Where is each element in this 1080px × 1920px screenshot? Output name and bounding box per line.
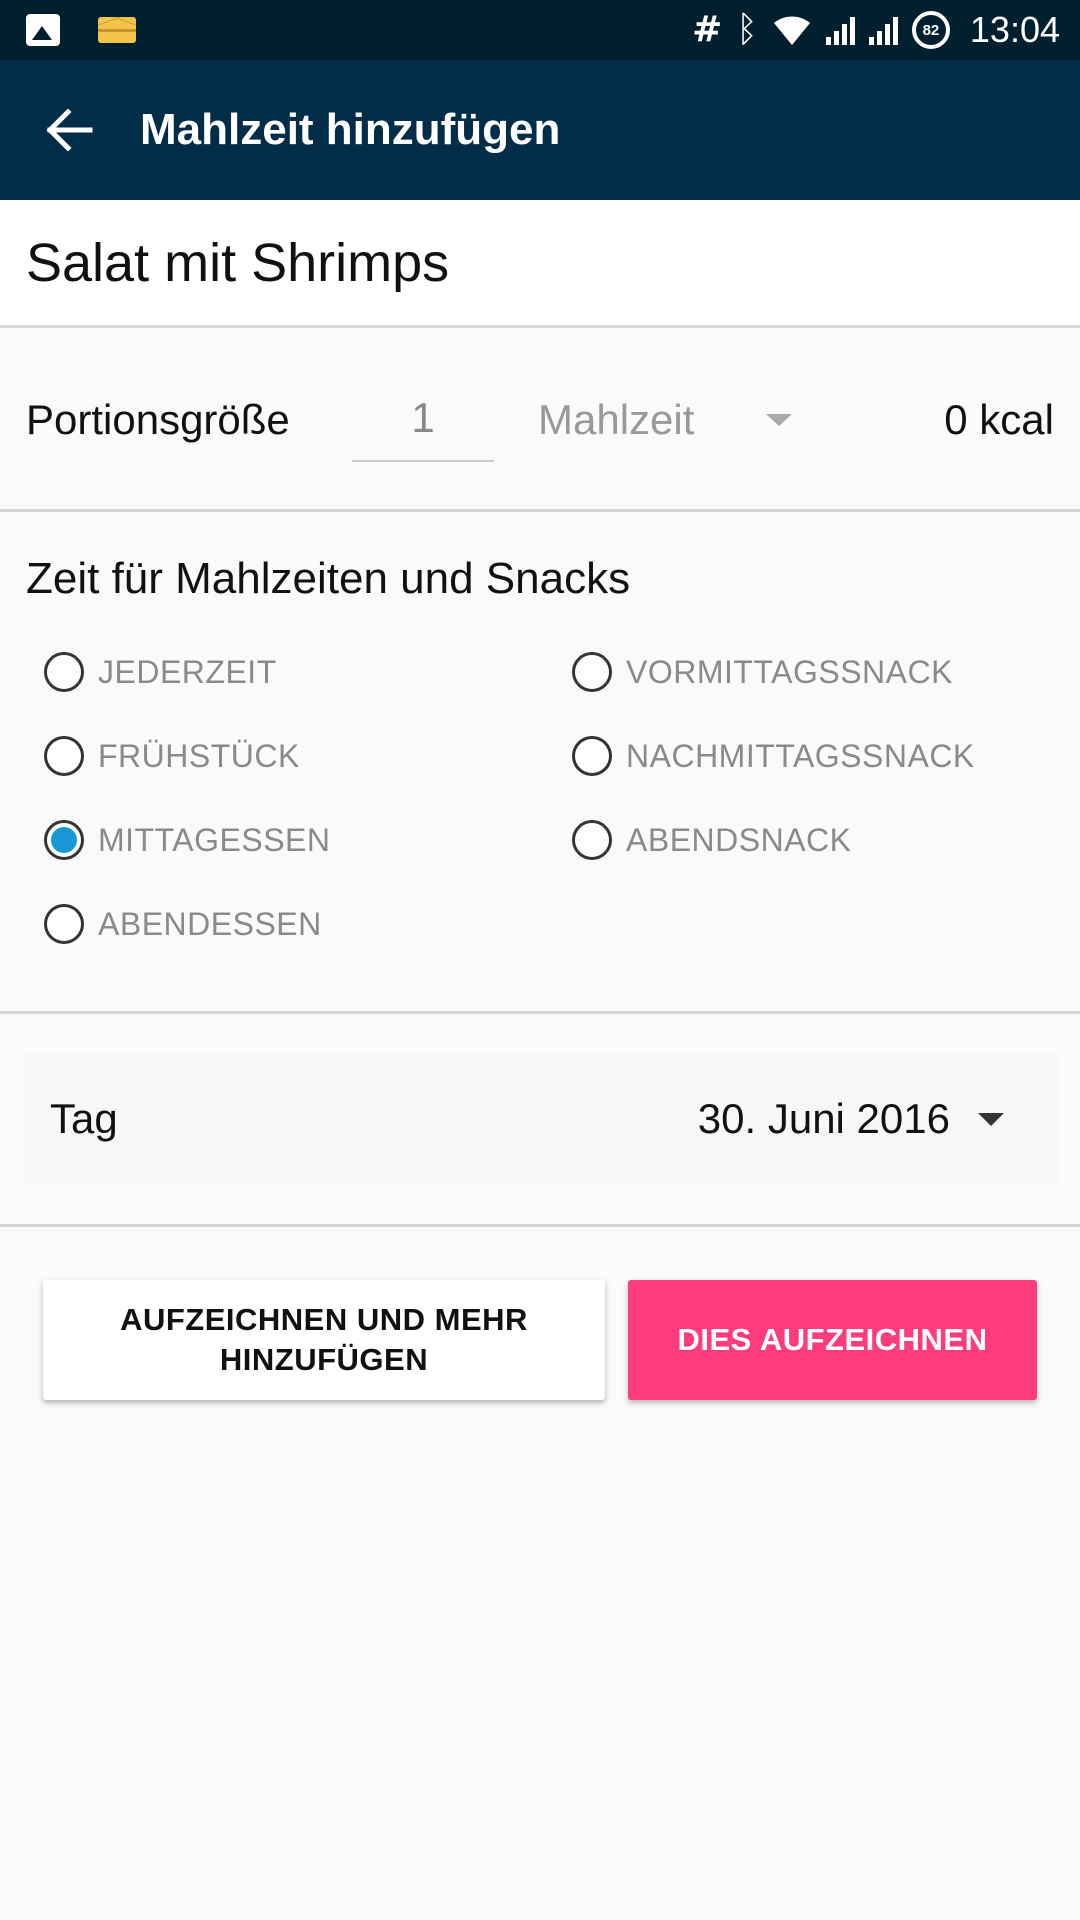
back-button[interactable] [0, 60, 140, 200]
radio-label: NACHMITTAGSSNACK [626, 737, 975, 774]
day-value: 30. Juni 2016 [697, 1095, 950, 1142]
battery-icon: 82 [911, 11, 950, 49]
radio-label: FRÜHSTÜCK [98, 737, 300, 774]
log-and-add-more-button[interactable]: AUFZEICHNEN UND MEHR HINZUFÜGEN [43, 1280, 605, 1400]
radio-button[interactable] [44, 736, 84, 776]
wifi-icon [773, 16, 810, 45]
radio-button[interactable] [572, 736, 612, 776]
calories-value: 0 kcal [944, 395, 1054, 443]
hash-icon: # [692, 9, 723, 50]
portion-row: Portionsgröße Mahlzeit 0 kcal [0, 330, 1080, 512]
page-title: Mahlzeit hinzufügen [140, 105, 561, 154]
food-name: Salat mit Shrimps [26, 232, 450, 293]
radio-button-selected[interactable] [44, 820, 84, 860]
signal-icon [868, 15, 898, 45]
day-label: Tag [50, 1095, 118, 1142]
meal-time-section: Zeit für Mahlzeiten und Snacks JEDERZEIT… [0, 514, 1080, 1014]
radio-jederzeit[interactable]: JEDERZEIT [44, 630, 330, 714]
radio-label: ABENDESSEN [98, 905, 322, 942]
chevron-down-icon [978, 1112, 1004, 1126]
radio-label: ABENDSNACK [626, 821, 852, 858]
divider [0, 1224, 1080, 1227]
battery-level: 82 [922, 21, 940, 39]
meal-time-heading: Zeit für Mahlzeiten und Snacks [26, 554, 631, 603]
chevron-down-icon [766, 413, 792, 426]
log-this-button[interactable]: DIES AUFZEICHNEN [628, 1280, 1037, 1400]
clock: 13:04 [969, 9, 1060, 50]
radio-mittagessen[interactable]: MITTAGESSEN [44, 798, 330, 882]
status-bar-left [26, 14, 136, 46]
meal-options-left: JEDERZEIT FRÜHSTÜCK MITTAGESSEN ABENDESS… [44, 630, 330, 966]
radio-button[interactable] [572, 652, 612, 692]
radio-vormittagssnack[interactable]: VORMITTAGSSNACK [572, 630, 975, 714]
status-bar: # ᛒ 82 13:04 [0, 0, 1080, 60]
radio-fruehstueck[interactable]: FRÜHSTÜCK [44, 714, 330, 798]
portion-label: Portionsgröße [26, 395, 290, 443]
meal-options-right: VORMITTAGSSNACK NACHMITTAGSSNACK ABENDSN… [572, 630, 975, 882]
mail-icon [98, 17, 136, 43]
radio-abendsnack[interactable]: ABENDSNACK [572, 798, 975, 882]
portion-quantity-input[interactable] [352, 393, 494, 462]
radio-abendessen[interactable]: ABENDESSEN [44, 882, 330, 966]
signal-icon [825, 15, 855, 45]
day-picker[interactable]: Tag 30. Juni 2016 [24, 1054, 1058, 1184]
radio-label: MITTAGESSEN [98, 821, 331, 858]
arrow-left-icon [46, 109, 93, 151]
radio-button[interactable] [44, 652, 84, 692]
portion-unit-dropdown[interactable]: Mahlzeit [538, 396, 798, 444]
portion-unit-value: Mahlzeit [538, 395, 695, 443]
radio-label: JEDERZEIT [98, 653, 277, 690]
image-icon [26, 14, 60, 46]
radio-button[interactable] [44, 904, 84, 944]
radio-button[interactable] [572, 820, 612, 860]
food-name-row: Salat mit Shrimps [0, 200, 1080, 328]
radio-label: VORMITTAGSSNACK [626, 653, 953, 690]
radio-nachmittagssnack[interactable]: NACHMITTAGSSNACK [572, 714, 975, 798]
bluetooth-icon: ᛒ [736, 9, 758, 50]
status-bar-right: # ᛒ 82 13:04 [692, 9, 1060, 51]
app-bar: Mahlzeit hinzufügen [0, 60, 1080, 200]
